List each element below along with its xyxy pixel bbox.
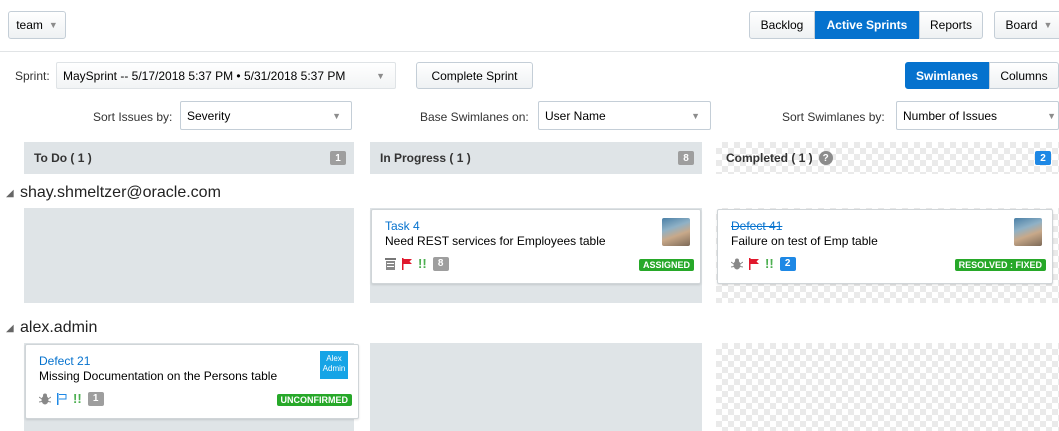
swimlane-title: shay.shmeltzer@oracle.com xyxy=(20,184,221,201)
status-badge: UNCONFIRMED xyxy=(276,394,352,406)
lane-collapse-icon[interactable]: ◢ xyxy=(6,323,14,334)
issue-card[interactable]: Defect 41 Failure on test of Emp table !… xyxy=(717,209,1053,284)
base-swimlanes-label: Base Swimlanes on: xyxy=(420,110,529,124)
lane-cell-completed xyxy=(716,343,1059,431)
lane-cell-in-progress xyxy=(370,343,702,431)
column-title: Completed ( 1 ) xyxy=(726,151,813,165)
complete-sprint-label: Complete Sprint xyxy=(431,68,518,83)
complete-sprint-button[interactable]: Complete Sprint xyxy=(416,62,533,89)
avatar xyxy=(1014,218,1042,246)
issue-link[interactable]: Task 4 xyxy=(385,219,420,233)
tab-reports[interactable]: Reports xyxy=(919,11,983,39)
chevron-down-icon: ▼ xyxy=(691,110,700,121)
header-divider xyxy=(0,51,1059,52)
sort-issues-select[interactable]: Severity ▼ xyxy=(180,101,352,130)
chevron-down-icon: ▼ xyxy=(1047,110,1056,121)
flag-outline-icon xyxy=(57,392,67,405)
flag-icon xyxy=(402,257,412,270)
lane-cell-todo xyxy=(24,208,354,303)
sprint-select[interactable]: MaySprint -- 5/17/2018 5:37 PM • 5/31/20… xyxy=(56,62,396,89)
status-badge: ASSIGNED xyxy=(638,259,694,271)
sprint-label: Sprint: xyxy=(15,69,50,83)
task-icon xyxy=(385,257,396,270)
column-header-todo: To Do ( 1 ) 1 xyxy=(24,142,354,174)
board-dropdown[interactable]: Board ▼ xyxy=(994,11,1059,39)
tab-active-sprints-label: Active Sprints xyxy=(826,18,908,32)
issue-link[interactable]: Defect 21 xyxy=(39,354,90,368)
count-badge: 1 xyxy=(87,391,104,406)
column-count-badge: 2 xyxy=(1035,151,1051,165)
tab-backlog-label: Backlog xyxy=(760,18,804,32)
bug-icon xyxy=(731,258,743,269)
chevron-down-icon: ▼ xyxy=(332,110,341,121)
chevron-down-icon: ▼ xyxy=(376,70,385,81)
count-badge: 2 xyxy=(779,256,796,271)
tab-reports-label: Reports xyxy=(929,18,973,32)
chevron-down-icon: ▼ xyxy=(1043,20,1053,30)
column-count-badge: 1 xyxy=(330,151,346,165)
issue-link[interactable]: Defect 41 xyxy=(731,219,782,233)
sort-swimlanes-label: Sort Swimlanes by: xyxy=(782,110,885,124)
swimlanes-toggle[interactable]: Swimlanes xyxy=(905,62,989,89)
priority-icon: !! xyxy=(418,256,427,271)
sort-issues-value: Severity xyxy=(187,108,231,123)
tab-active-sprints[interactable]: Active Sprints xyxy=(815,11,919,39)
column-title: In Progress ( 1 ) xyxy=(380,151,471,165)
priority-icon: !! xyxy=(765,256,774,271)
team-dropdown[interactable]: team ▼ xyxy=(8,11,66,39)
avatar xyxy=(662,218,690,246)
priority-icon: !! xyxy=(73,391,82,406)
issue-summary: Failure on test of Emp table xyxy=(731,234,878,248)
issue-card[interactable]: Task 4 Need REST services for Employees … xyxy=(371,209,701,284)
issue-summary: Missing Documentation on the Persons tab… xyxy=(39,369,278,383)
sort-swimlanes-select[interactable]: Number of Issues ▼ xyxy=(896,101,1059,130)
columns-label: Columns xyxy=(1000,68,1048,83)
team-label: team xyxy=(16,18,43,32)
sort-issues-label: Sort Issues by: xyxy=(93,110,173,124)
board-label: Board xyxy=(1005,18,1038,32)
column-count-badge: 8 xyxy=(678,151,694,165)
swimlanes-label: Swimlanes xyxy=(915,68,979,83)
base-swimlanes-select[interactable]: User Name ▼ xyxy=(538,101,711,130)
sprint-value: MaySprint -- 5/17/2018 5:37 PM • 5/31/20… xyxy=(63,68,346,83)
chevron-down-icon: ▼ xyxy=(48,20,58,30)
help-icon[interactable]: ? xyxy=(818,151,833,165)
bug-icon xyxy=(39,393,51,404)
base-swimlanes-value: User Name xyxy=(545,108,606,123)
avatar: Alex Admin xyxy=(320,351,348,379)
count-badge: 8 xyxy=(432,256,449,271)
swimlane-title: alex.admin xyxy=(20,319,98,336)
column-header-completed: Completed ( 1 ) ? 2 xyxy=(716,142,1059,174)
issue-card[interactable]: Defect 21 Missing Documentation on the P… xyxy=(25,344,359,419)
sort-swimlanes-value: Number of Issues xyxy=(903,108,998,123)
issue-summary: Need REST services for Employees table xyxy=(385,234,606,248)
column-title: To Do ( 1 ) xyxy=(34,151,92,165)
status-badge: RESOLVED : FIXED xyxy=(954,259,1046,271)
column-header-in-progress: In Progress ( 1 ) 8 xyxy=(370,142,702,174)
lane-collapse-icon[interactable]: ◢ xyxy=(6,188,14,199)
tab-backlog[interactable]: Backlog xyxy=(749,11,815,39)
columns-toggle[interactable]: Columns xyxy=(989,62,1059,89)
flag-icon xyxy=(749,257,759,270)
